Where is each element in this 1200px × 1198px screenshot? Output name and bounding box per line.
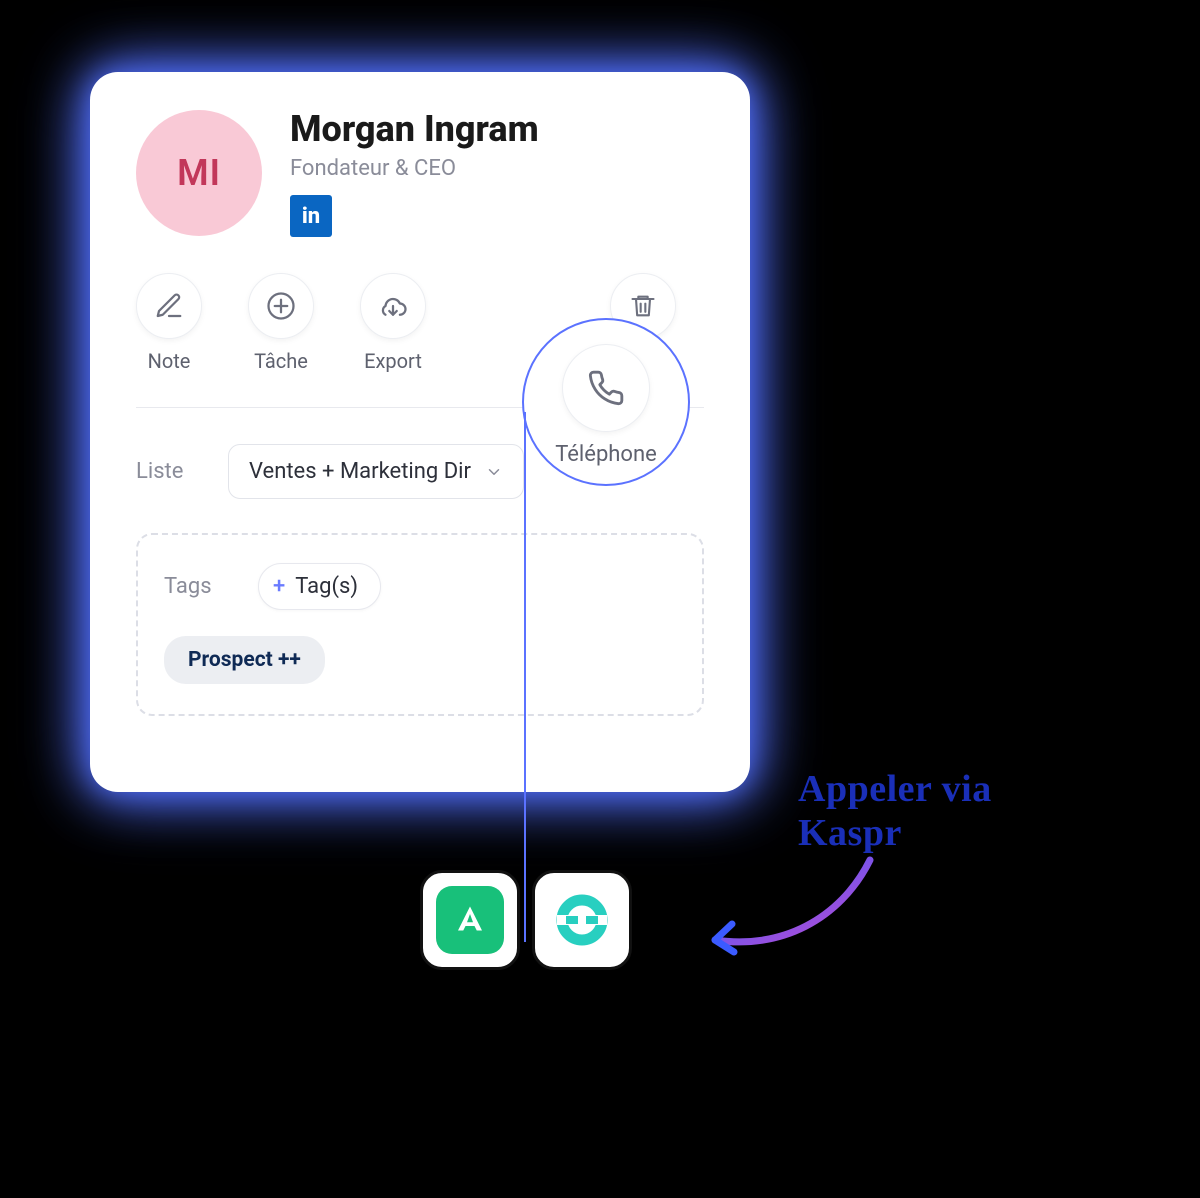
add-tag-label: Tag(s) — [295, 574, 358, 599]
export-action[interactable]: Export — [360, 273, 426, 373]
note-icon — [136, 273, 202, 339]
linkedin-icon[interactable]: in — [290, 195, 332, 237]
ringover-icon — [552, 890, 612, 950]
ringover-tile[interactable] — [532, 870, 632, 970]
aircall-icon — [436, 886, 504, 954]
phone-label: Téléphone — [555, 442, 657, 467]
avatar: MI — [136, 110, 262, 236]
phone-icon — [587, 369, 625, 407]
tag-chip-label: Prospect ++ — [188, 648, 301, 672]
list-selected: Ventes + Marketing Dir — [249, 459, 471, 484]
tags-box: Tags + Tag(s) Prospect ++ — [136, 533, 704, 716]
card-glow: MI Morgan Ingram Fondateur & CEO in Note — [80, 62, 760, 802]
cloud-download-icon — [360, 273, 426, 339]
integration-apps — [420, 870, 632, 970]
linkedin-label: in — [302, 204, 320, 229]
callout-line2: Kaspr — [798, 812, 992, 856]
plus-mini-icon: + — [273, 574, 285, 599]
list-dropdown[interactable]: Ventes + Marketing Dir — [228, 444, 524, 499]
contact-name: Morgan Ingram — [290, 108, 539, 150]
tag-chip[interactable]: Prospect ++ — [164, 636, 325, 684]
contact-card: MI Morgan Ingram Fondateur & CEO in Note — [90, 72, 750, 792]
add-tag-button[interactable]: + Tag(s) — [258, 563, 381, 610]
aircall-tile[interactable] — [420, 870, 520, 970]
callout-arrow — [670, 850, 890, 1010]
phone-highlight: Téléphone — [522, 318, 690, 486]
profile-header: MI Morgan Ingram Fondateur & CEO in — [136, 110, 704, 237]
tags-label: Tags — [164, 574, 228, 599]
task-action[interactable]: Tâche — [248, 273, 314, 373]
phone-action[interactable] — [562, 344, 650, 432]
avatar-initials: MI — [177, 152, 221, 194]
chevron-down-icon — [485, 463, 503, 481]
tags-row: Tags + Tag(s) — [164, 563, 676, 610]
profile-info: Morgan Ingram Fondateur & CEO in — [290, 110, 539, 237]
callout-line1: Appeler via — [798, 768, 992, 812]
plus-icon — [248, 273, 314, 339]
contact-role: Fondateur & CEO — [290, 156, 539, 181]
list-label: Liste — [136, 459, 200, 484]
note-label: Note — [148, 349, 191, 373]
connector-line — [524, 412, 526, 942]
task-label: Tâche — [254, 349, 308, 373]
callout-text: Appeler via Kaspr — [798, 768, 992, 855]
note-action[interactable]: Note — [136, 273, 202, 373]
export-label: Export — [364, 349, 422, 373]
